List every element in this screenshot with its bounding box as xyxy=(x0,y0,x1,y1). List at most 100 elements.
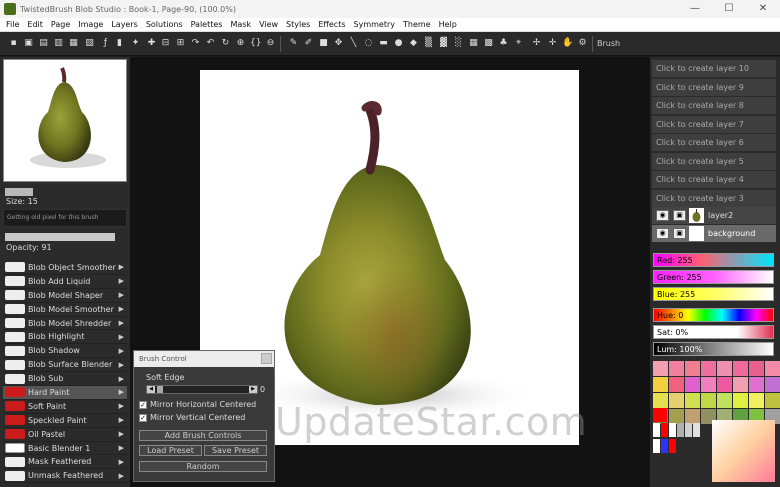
primary-color-swatch[interactable] xyxy=(653,408,667,422)
hand-icon[interactable]: ✋ xyxy=(562,38,573,49)
chevron-right-icon[interactable]: ▶ xyxy=(119,472,124,480)
chevron-left-icon[interactable]: ◀ xyxy=(147,386,155,393)
menu-theme[interactable]: Theme xyxy=(399,20,435,29)
chevron-right-icon[interactable]: ▶ xyxy=(119,277,124,285)
layer-row-layer2[interactable]: ◉ ▣ layer2 xyxy=(652,207,776,224)
save-icon[interactable]: ▣ xyxy=(23,38,34,49)
color-swatch[interactable] xyxy=(653,377,668,392)
hue-slider[interactable]: Hue: 0 xyxy=(653,308,774,322)
zoom-icon[interactable]: ⊕ xyxy=(235,38,246,49)
brush-item[interactable]: Blob Add Liquid ▶ xyxy=(3,274,127,289)
options-icon[interactable]: ⚙ xyxy=(577,38,588,49)
color-swatch[interactable] xyxy=(701,361,716,376)
size-slider[interactable] xyxy=(5,188,33,196)
red-slider[interactable]: Red: 255 xyxy=(653,253,774,267)
line-tool-icon[interactable]: ╲ xyxy=(348,38,359,49)
color-swatch[interactable] xyxy=(685,377,700,392)
menu-effects[interactable]: Effects xyxy=(314,20,349,29)
chevron-right-icon[interactable]: ▶ xyxy=(119,319,124,327)
opacity-slider[interactable] xyxy=(5,233,115,241)
redo-icon[interactable]: ↷ xyxy=(190,38,201,49)
stamp-icon[interactable]: ♣ xyxy=(498,38,509,49)
add-brush-controls-button[interactable]: Add Brush Controls xyxy=(139,430,267,441)
create-layer-row[interactable]: Click to create layer 7 xyxy=(652,115,776,133)
pen-tool-icon[interactable]: ✐ xyxy=(303,38,314,49)
magic-wand-icon[interactable]: ✦ xyxy=(130,38,141,49)
mirror-vertical-checkbox[interactable]: ✓ Mirror Vertical Centered xyxy=(139,413,245,422)
create-layer-row[interactable]: Click to create layer 4 xyxy=(652,171,776,188)
close-button[interactable]: ✕ xyxy=(746,0,780,18)
swatch[interactable] xyxy=(653,439,660,453)
undo-icon[interactable]: ↶ xyxy=(205,38,216,49)
color-swatch[interactable] xyxy=(749,377,764,392)
swatch[interactable] xyxy=(661,423,668,437)
rect-select-icon[interactable]: ■ xyxy=(318,38,329,49)
select-minus-icon[interactable]: ⊟ xyxy=(160,38,171,49)
menu-edit[interactable]: Edit xyxy=(23,20,47,29)
slider-thumb[interactable] xyxy=(157,386,163,393)
chevron-right-icon[interactable]: ▶ xyxy=(249,386,257,393)
chevron-right-icon[interactable]: ▶ xyxy=(119,347,124,355)
book-icon[interactable]: ▤ xyxy=(38,38,49,49)
minimize-button[interactable]: — xyxy=(678,0,712,18)
swatch[interactable] xyxy=(653,423,660,437)
menu-page[interactable]: Page xyxy=(47,20,74,29)
chevron-right-icon[interactable]: ▶ xyxy=(119,263,124,271)
move-tool-icon[interactable]: ✥ xyxy=(333,38,344,49)
color-picker-square[interactable] xyxy=(712,420,775,482)
luminance-slider[interactable]: Lum: 100% xyxy=(653,342,774,356)
color-swatch[interactable] xyxy=(749,393,764,408)
create-layer-row[interactable]: Click to create layer 8 xyxy=(652,97,776,114)
soft-edge-slider[interactable]: ◀ ▶ xyxy=(146,385,258,394)
lock-icon[interactable]: ▣ xyxy=(673,210,686,221)
menu-view[interactable]: View xyxy=(255,20,282,29)
check-icon[interactable]: ✓ xyxy=(139,413,147,422)
chevron-right-icon[interactable]: ▶ xyxy=(119,291,124,299)
brush-item[interactable]: Mask Feathered ▶ xyxy=(3,455,127,470)
create-layer-row[interactable]: Click to create layer 9 xyxy=(652,78,776,96)
color-swatch[interactable] xyxy=(669,377,684,392)
color-swatch[interactable] xyxy=(685,393,700,408)
rectangle-icon[interactable]: ▬ xyxy=(378,38,389,49)
color-swatch[interactable] xyxy=(765,377,780,392)
blue-slider[interactable]: Blue: 255 xyxy=(653,287,774,301)
color-swatch[interactable] xyxy=(717,393,732,408)
zoom-out-icon[interactable]: ⊖ xyxy=(265,38,276,49)
script-icon[interactable]: ƒ xyxy=(100,38,111,49)
chevron-right-icon[interactable]: ▶ xyxy=(119,305,124,313)
color-swatch[interactable] xyxy=(765,361,780,376)
swatch[interactable] xyxy=(669,439,676,453)
saturation-slider[interactable]: Sat: 0% xyxy=(653,325,774,339)
fill-icon[interactable]: ▩ xyxy=(483,38,494,49)
chevron-right-icon[interactable]: ▶ xyxy=(119,375,124,383)
brush-item[interactable]: Blob Model Smoother ▶ xyxy=(3,302,127,317)
brush-item[interactable]: Blob Highlight ▶ xyxy=(3,330,127,345)
eyedropper-icon[interactable]: ⌖ xyxy=(513,38,524,49)
chevron-right-icon[interactable]: ▶ xyxy=(119,333,124,341)
brush-tool-icon[interactable]: ✎ xyxy=(288,38,299,49)
lasso-icon[interactable]: ◌ xyxy=(363,38,374,49)
menu-layers[interactable]: Layers xyxy=(107,20,141,29)
swatch[interactable] xyxy=(669,423,676,437)
color-swatch[interactable] xyxy=(685,361,700,376)
menu-solutions[interactable]: Solutions xyxy=(142,20,187,29)
brush-item-selected[interactable]: Hard Paint ▶ xyxy=(3,386,127,400)
brush-item[interactable]: Soft Paint ▶ xyxy=(3,399,127,414)
color-swatch[interactable] xyxy=(669,361,684,376)
color-swatch[interactable] xyxy=(733,377,748,392)
brush-item[interactable]: Oil Pastel ▶ xyxy=(3,427,127,442)
chevron-right-icon[interactable]: ▶ xyxy=(119,402,124,410)
texture-icon[interactable]: ░ xyxy=(453,38,464,49)
create-layer-row[interactable]: Click to create layer 10 xyxy=(652,60,776,77)
select-plus-icon[interactable]: ✚ xyxy=(146,38,157,49)
swatch[interactable] xyxy=(685,423,692,437)
gradient-icon[interactable]: ▒ xyxy=(423,38,434,49)
bracket-icon[interactable]: {} xyxy=(250,38,261,49)
swatch[interactable] xyxy=(677,423,684,437)
page-copy-icon[interactable]: ▧ xyxy=(84,38,95,49)
grid-icon[interactable]: ▦ xyxy=(468,38,479,49)
brush-item[interactable]: Basic Blender 1 ▶ xyxy=(3,441,127,456)
maximize-button[interactable]: ☐ xyxy=(712,0,746,18)
menu-styles[interactable]: Styles xyxy=(282,20,314,29)
eye-icon[interactable]: ◉ xyxy=(656,228,669,239)
